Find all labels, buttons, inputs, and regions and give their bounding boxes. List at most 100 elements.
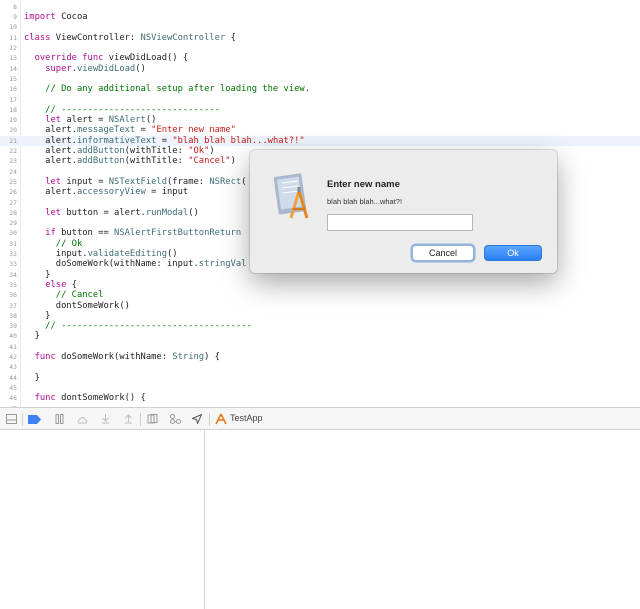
console-view[interactable]: [205, 430, 640, 609]
line-number: 11: [9, 33, 17, 42]
code-line[interactable]: 39 // ----------------------------------…: [0, 321, 640, 331]
step-over-icon[interactable]: [75, 412, 89, 426]
code-token: func: [34, 393, 56, 404]
code-line[interactable]: 12: [0, 43, 640, 53]
code-token: "Cancel": [188, 156, 231, 167]
simulate-location-icon[interactable]: [190, 412, 204, 426]
code-line[interactable]: 45: [0, 383, 640, 393]
code-line[interactable]: 35 else {: [0, 280, 640, 290]
code-line[interactable]: 14 super.viewDidLoad(): [0, 64, 640, 74]
code-token: = input: [145, 187, 189, 198]
code-token: viewDidLoad() {: [103, 53, 189, 64]
code-line[interactable]: 13 override func viewDidLoad() {: [0, 53, 640, 63]
code-token: (withTitle:: [124, 156, 189, 167]
code-line[interactable]: 41: [0, 342, 640, 352]
code-token: button ==: [55, 228, 115, 239]
code-token: stringVal: [198, 259, 247, 270]
ok-button[interactable]: Ok: [484, 245, 542, 261]
code-token: ) {: [204, 352, 220, 362]
code-token: (frame:: [167, 176, 210, 187]
code-token: // ------------------------------: [24, 104, 220, 115]
code-line[interactable]: 44 }: [0, 373, 640, 383]
line-number: 12: [9, 44, 17, 52]
line-number: 41: [9, 342, 17, 351]
code-token: // Ok: [24, 238, 83, 249]
line-number: 31: [9, 239, 17, 248]
code-text: override func viewDidLoad() {: [24, 53, 189, 64]
line-number: 36: [9, 291, 17, 300]
code-token: NSAlertFirstButtonReturn: [114, 228, 242, 239]
code-token: doSomeWork(withName: input.: [24, 259, 199, 270]
code-line[interactable]: 8: [0, 2, 640, 12]
memory-graph-icon[interactable]: [168, 412, 182, 426]
code-text: dontSomeWork(): [24, 301, 130, 311]
line-number: 45: [9, 383, 17, 392]
code-line[interactable]: 10: [0, 22, 640, 32]
code-line[interactable]: 46 func dontSomeWork() {: [0, 393, 640, 403]
line-number: 25: [9, 177, 17, 186]
line-number: 32: [9, 250, 17, 258]
code-token: addButton: [76, 146, 125, 156]
code-token: NSViewController: [140, 32, 226, 43]
code-token: }: [24, 331, 40, 342]
code-line[interactable]: 17: [0, 95, 640, 105]
code-token: ): [230, 156, 236, 167]
code-token: alert.: [24, 135, 77, 146]
name-input[interactable]: [327, 214, 473, 231]
code-line[interactable]: 9 import Cocoa: [0, 12, 640, 22]
code-text: let alert = NSAlert(): [24, 115, 156, 125]
code-line[interactable]: 18 // ------------------------------: [0, 105, 640, 115]
code-line[interactable]: 20 alert.messageText = "Enter new name": [0, 125, 640, 135]
code-line[interactable]: 16 // Do any additional setup after load…: [0, 84, 640, 94]
line-number: 8: [13, 2, 17, 11]
variables-view[interactable]: [0, 430, 205, 609]
breakpoints-toggle-icon[interactable]: [27, 412, 41, 426]
code-token: // ------------------------------------: [24, 321, 252, 332]
line-number: 22: [9, 147, 17, 155]
debug-area: [0, 430, 640, 609]
code-token: {: [66, 279, 77, 290]
line-number: 29: [9, 219, 17, 228]
code-token: alert =: [61, 115, 109, 126]
code-token: messageText: [76, 125, 136, 136]
code-token: "blah blah blah...what?!": [172, 135, 305, 146]
code-line[interactable]: 37 dontSomeWork(): [0, 301, 640, 311]
line-number: 34: [9, 270, 17, 279]
code-text: alert.messageText = "Enter new name": [24, 125, 236, 135]
code-token: // Do any additional setup after loading…: [24, 84, 310, 95]
hide-debug-area-icon[interactable]: [4, 412, 18, 426]
code-token: input.: [24, 249, 88, 259]
code-token: =: [135, 125, 152, 136]
step-out-icon[interactable]: [121, 412, 135, 426]
line-number: 13: [9, 54, 17, 63]
code-line[interactable]: 40 }: [0, 331, 640, 341]
step-into-icon[interactable]: [98, 412, 112, 426]
code-line[interactable]: 36 // Cancel: [0, 290, 640, 300]
code-line[interactable]: 11 class ViewController: NSViewController…: [0, 33, 640, 43]
cancel-button[interactable]: Cancel: [412, 245, 474, 261]
code-token: import: [24, 12, 56, 23]
code-token: input =: [61, 176, 109, 187]
view-hierarchy-icon[interactable]: [145, 412, 159, 426]
target-label[interactable]: TestApp: [230, 413, 263, 423]
code-line[interactable]: 21 alert.informativeText = "blah blah bl…: [0, 135, 640, 146]
line-number: 21: [9, 136, 17, 145]
app-target-icon[interactable]: [214, 412, 228, 426]
code-token: alert.: [24, 187, 77, 198]
code-line[interactable]: 43: [0, 362, 640, 372]
pause-icon[interactable]: [52, 412, 66, 426]
code-token: Cocoa: [55, 12, 88, 23]
line-number: 18: [9, 105, 17, 114]
line-number: 28: [9, 208, 17, 217]
code-line[interactable]: 19 let alert = NSAlert(): [0, 115, 640, 125]
code-line[interactable]: 38 }: [0, 311, 640, 321]
code-token: NSRect: [209, 176, 242, 187]
code-line[interactable]: 42 func doSomeWork(withName: String) {: [0, 352, 640, 362]
code-token: validateEditing: [87, 249, 168, 259]
code-line[interactable]: 15: [0, 74, 640, 84]
